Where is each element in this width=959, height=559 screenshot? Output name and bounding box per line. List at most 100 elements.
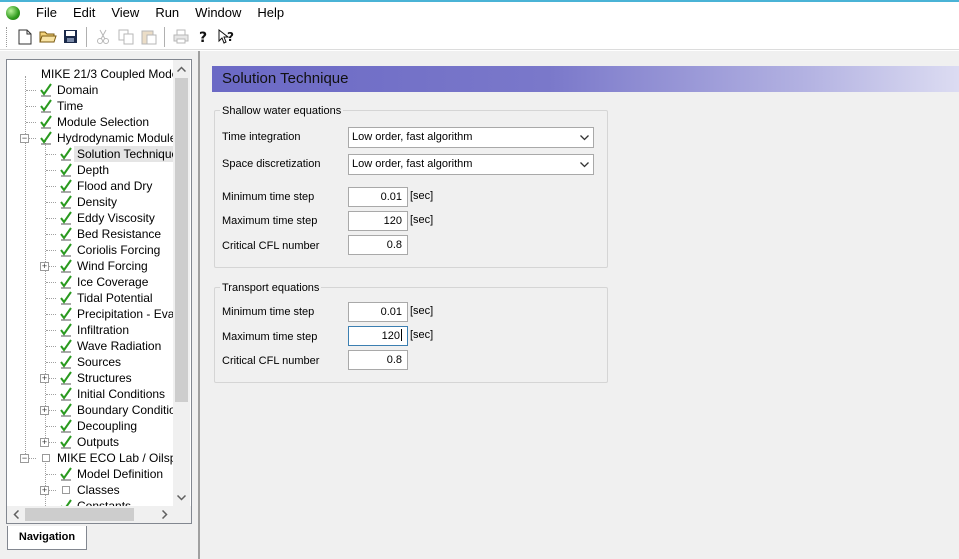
tree-item[interactable]: − Hydrodynamic Module [7,130,173,146]
tree-item[interactable]: Precipitation - Evapor [7,306,173,322]
scroll-right-icon[interactable] [156,506,173,523]
menu-window[interactable]: Window [187,2,249,24]
cut-icon[interactable] [91,26,114,48]
checkmark-icon [60,275,72,289]
tree-connector-line [46,154,56,155]
vertical-scroll-thumb[interactable] [175,78,188,402]
transport-min-step-input[interactable]: 0.01 [348,302,408,322]
help-icon[interactable]: ? [192,26,215,48]
svg-text:?: ? [227,30,234,44]
tree-item[interactable]: + Classes [7,482,173,498]
tree-connector-line [46,314,56,315]
checkmark-icon [40,131,52,145]
transport-cfl-label: Critical CFL number [222,355,320,367]
tree-item[interactable]: Coriolis Forcing [7,242,173,258]
time-integration-select[interactable]: Low order, fast algorithm [348,127,594,148]
toolbar-grip[interactable] [6,26,9,47]
shallow-max-step-input[interactable]: 120 [348,211,408,231]
tree-item-label: Constants [77,499,132,506]
checkmark-icon [60,371,72,385]
tree-connector-line [46,426,56,427]
tree-item[interactable]: Initial Conditions [7,386,173,402]
collapse-icon[interactable]: − [20,134,29,143]
tree-item[interactable]: Flood and Dry [7,178,173,194]
print-icon[interactable] [169,26,192,48]
tree-item[interactable]: Module Selection [7,114,173,130]
tree-item[interactable]: Ice Coverage [7,274,173,290]
transport-max-step-input[interactable]: 120 [348,326,408,346]
tree-item-label: Domain [57,83,99,97]
tree-item-label: Structures [77,371,132,385]
tree-item[interactable]: Model Definition [7,466,173,482]
tree-item[interactable]: + Structures [7,370,173,386]
tree-item[interactable]: Constants [7,498,173,506]
tree-connector-line [46,202,56,203]
expand-icon[interactable]: + [40,262,49,271]
tree-item[interactable]: − MIKE ECO Lab / Oilspill M [7,450,173,466]
scroll-down-icon[interactable] [173,489,190,506]
tree-connector-line [46,474,56,475]
horizontal-scroll-thumb[interactable] [25,508,134,521]
toolbar-separator [164,26,165,47]
tree-item[interactable]: Bed Resistance [7,226,173,242]
menu-help[interactable]: Help [249,2,292,24]
transport-cfl-input[interactable]: 0.8 [348,350,408,370]
tree-item[interactable]: Density [7,194,173,210]
space-discretization-select[interactable]: Low order, fast algorithm [348,154,594,175]
tree-item-label: Initial Conditions [77,387,166,401]
tree-connector-line [46,298,56,299]
open-folder-icon[interactable] [36,26,59,48]
context-help-icon[interactable]: ? [215,26,238,48]
tree-item[interactable]: Time [7,98,173,114]
expand-icon[interactable]: + [40,486,49,495]
shallow-cfl-input[interactable]: 0.8 [348,235,408,255]
tree-item[interactable]: Decoupling [7,418,173,434]
checkmark-icon [60,259,72,273]
tree-item[interactable]: MIKE 21/3 Coupled Model ... [7,66,173,82]
tree-connector-line [26,106,36,107]
tree-connector-line [46,362,56,363]
tree-item[interactable]: + Wind Forcing [7,258,173,274]
save-icon[interactable] [59,26,82,48]
tree-item[interactable]: Wave Radiation [7,338,173,354]
new-file-icon[interactable] [13,26,36,48]
checkmark-icon [60,291,72,305]
horizontal-scrollbar[interactable] [7,506,173,523]
tree-item-label: Module Selection [57,115,150,129]
menu-edit[interactable]: Edit [65,2,103,24]
tree-item[interactable]: Eddy Viscosity [7,210,173,226]
tree-item[interactable]: + Outputs [7,434,173,450]
copy-icon[interactable] [114,26,137,48]
tab-navigation[interactable]: Navigation [7,526,87,550]
menu-run[interactable]: Run [147,2,187,24]
transport-min-step-label: Minimum time step [222,306,315,318]
navigation-tree[interactable]: MIKE 21/3 Coupled Model ... Domain Time Mod… [7,60,173,506]
tree-item[interactable]: Infiltration [7,322,173,338]
tree-item[interactable]: + Boundary Conditio... [7,402,173,418]
navigation-pane: MIKE 21/3 Coupled Model ... Domain Time Mod… [3,55,193,555]
pane-splitter[interactable] [198,51,200,559]
tree-item[interactable]: Sources [7,354,173,370]
shallow-min-step-input[interactable]: 0.01 [348,187,408,207]
tree-item-label: Boundary Conditio... [77,403,173,417]
checkmark-icon [60,499,72,506]
svg-text:?: ? [199,30,207,45]
expand-icon[interactable]: + [40,374,49,383]
scroll-up-icon[interactable] [173,60,190,77]
tree-item-label: MIKE 21/3 Coupled Model ... [41,67,173,81]
tree-item-label: Decoupling [77,419,138,433]
paste-icon[interactable] [137,26,160,48]
scroll-left-icon[interactable] [7,506,24,523]
menu-view[interactable]: View [103,2,147,24]
expand-icon[interactable]: + [40,438,49,447]
tree-item[interactable]: Solution Technique [7,146,173,162]
checkmark-icon [60,467,72,481]
expand-icon[interactable]: + [40,406,49,415]
tree-item-label: Wind Forcing [77,259,148,273]
collapse-icon[interactable]: − [20,454,29,463]
tree-item[interactable]: Domain [7,82,173,98]
menu-file[interactable]: File [28,2,65,24]
vertical-scrollbar[interactable] [173,60,190,506]
tree-item[interactable]: Depth [7,162,173,178]
tree-item[interactable]: Tidal Potential [7,290,173,306]
